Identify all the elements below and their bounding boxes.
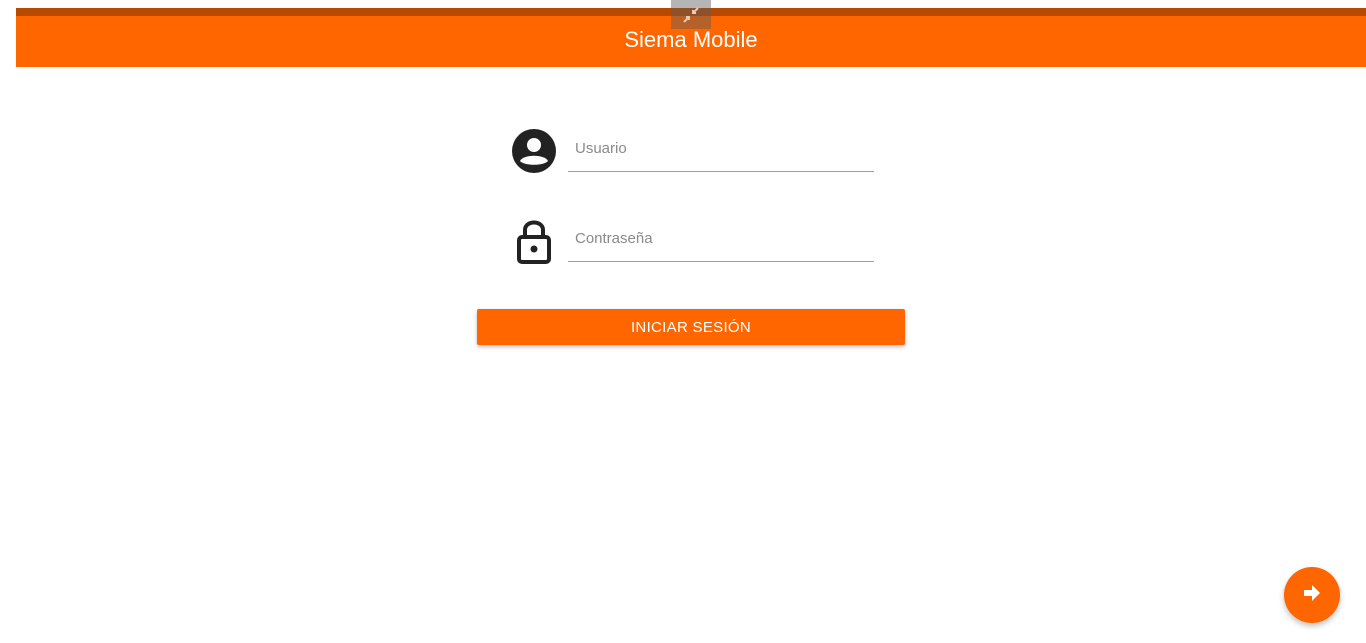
username-input[interactable] bbox=[568, 126, 874, 172]
login-button[interactable]: INICIAR SESIÓN bbox=[477, 309, 905, 345]
arrow-right-icon bbox=[1302, 583, 1322, 608]
page-title: Siema Mobile bbox=[624, 26, 758, 52]
password-input[interactable] bbox=[568, 216, 874, 262]
lock-icon bbox=[508, 216, 560, 266]
collapse-button[interactable] bbox=[671, 0, 711, 29]
password-row bbox=[508, 216, 878, 266]
username-row bbox=[508, 126, 878, 176]
forward-fab-button[interactable] bbox=[1284, 567, 1340, 623]
login-page: Siema Mobile INICIA bbox=[0, 0, 1366, 643]
collapse-arrows-icon bbox=[682, 6, 700, 24]
account-circle-icon bbox=[508, 126, 560, 176]
